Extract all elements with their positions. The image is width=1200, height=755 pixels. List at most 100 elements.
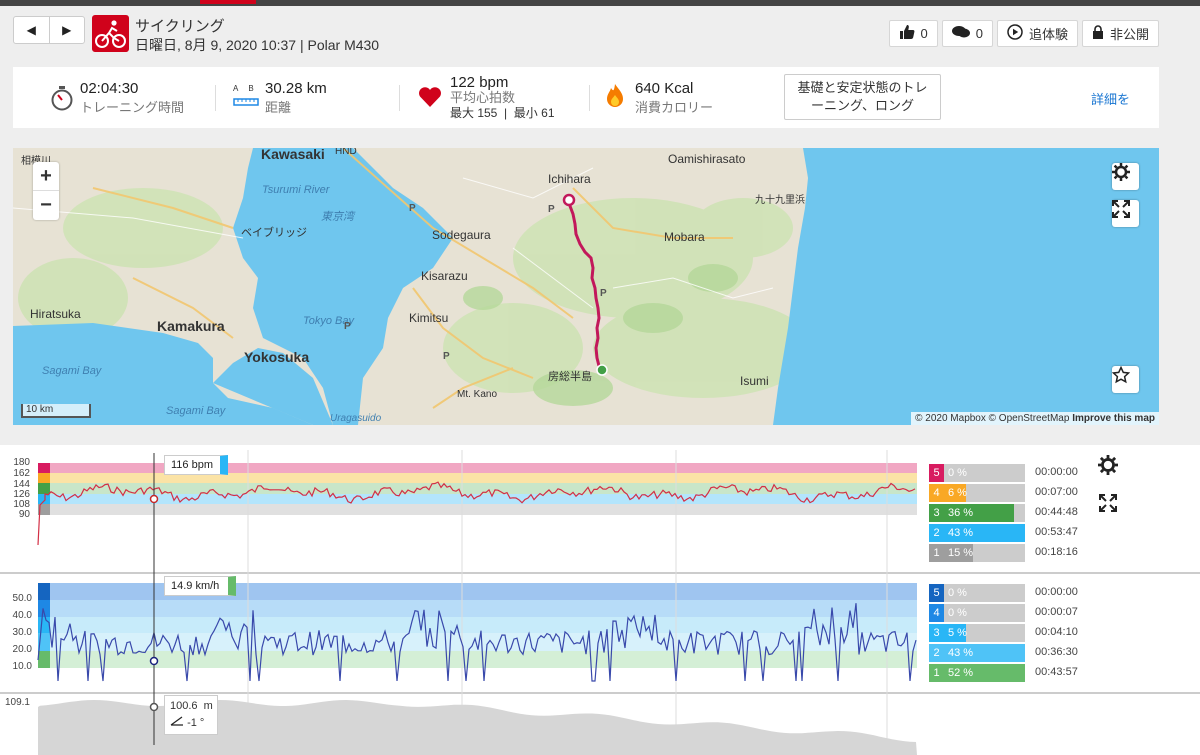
hr-zone-bar: 3 36 % bbox=[929, 504, 1025, 522]
hr-y-tick: 162 bbox=[13, 468, 30, 479]
map-label: 東京湾 bbox=[321, 211, 354, 223]
hr-zone-number: 1 bbox=[929, 544, 944, 562]
hr-zone-number: 5 bbox=[929, 464, 944, 482]
replay-button[interactable]: 追体験 bbox=[996, 20, 1078, 47]
heart-icon bbox=[418, 86, 442, 113]
like-count: 0 bbox=[920, 26, 928, 41]
route-map[interactable]: Kawasaki HND 相模川 Ichihara Oamishirasato … bbox=[13, 148, 1159, 425]
speed-zone-number: 1 bbox=[929, 664, 944, 682]
parking-label: P bbox=[600, 288, 607, 299]
divider bbox=[589, 85, 590, 111]
speed-zone-bar: 4 0 % bbox=[929, 604, 1025, 622]
activity-subtitle: 日曜日, 8月 9, 2020 10:37 | Polar M430 bbox=[135, 37, 380, 53]
map-label: Kawasaki bbox=[261, 148, 325, 162]
active-indicator bbox=[200, 0, 256, 4]
zoom-in-button[interactable]: + bbox=[33, 162, 59, 191]
incline-value: -1 ° bbox=[187, 717, 205, 729]
map-label: Sodegaura bbox=[432, 228, 491, 242]
hr-zone-bar: 2 43 % bbox=[929, 524, 1025, 542]
speed-zone-bar: 35 % bbox=[929, 624, 1025, 642]
comment-button[interactable]: 0 bbox=[941, 20, 993, 47]
calories-value: 640 Kcal bbox=[635, 80, 694, 97]
duration-stat: 02:04:30 トレーニング時間 bbox=[50, 80, 184, 116]
altitude-tooltip: 100.6 m -1 ° bbox=[164, 695, 218, 735]
speed-zone-number: 2 bbox=[929, 644, 944, 662]
map-label: Hiratsuka bbox=[30, 307, 81, 321]
speed-y-tick: 50.0 bbox=[12, 593, 32, 604]
favorite-button[interactable] bbox=[1112, 366, 1139, 393]
speed-zone-percent: 43 % bbox=[944, 644, 1025, 662]
speed-zone-percent: 52 % bbox=[944, 664, 1025, 682]
like-button[interactable]: 0 bbox=[888, 20, 938, 47]
distance-label: 距離 bbox=[265, 100, 292, 115]
hr-zone-time: 00:18:16 bbox=[1035, 546, 1078, 558]
attribution-text: © 2020 Mapbox © OpenStreetMap bbox=[915, 413, 1070, 424]
parking-label: P bbox=[344, 321, 351, 332]
hr-zone-bar: 1 15 % bbox=[929, 544, 1025, 562]
prev-button[interactable]: ◀ bbox=[14, 17, 50, 43]
map-fullscreen-button[interactable] bbox=[1112, 200, 1139, 227]
speed-zone-percent: 0 % bbox=[948, 587, 967, 599]
hr-value: 122 bpm bbox=[450, 74, 509, 91]
map-label: Kisarazu bbox=[421, 269, 468, 283]
map-label: Sagami Bay bbox=[166, 405, 226, 417]
duration-value: 02:04:30 bbox=[80, 80, 139, 97]
hr-zone-percent: 15 % bbox=[944, 544, 973, 562]
map-settings-button[interactable] bbox=[1112, 163, 1139, 190]
map-label: HND bbox=[335, 148, 357, 157]
speed-zone-time: 00:00:00 bbox=[1035, 586, 1078, 598]
incline-icon bbox=[170, 716, 184, 729]
hr-label: 平均心拍数 bbox=[450, 90, 516, 105]
chart-fullscreen-button[interactable] bbox=[1094, 491, 1122, 519]
speed-y-tick: 40.0 bbox=[12, 610, 32, 621]
map-label: Sagami Bay bbox=[42, 365, 102, 377]
comment-count: 0 bbox=[975, 26, 983, 41]
hr-zone-time: 00:00:00 bbox=[1035, 466, 1078, 478]
map-label: 九十九里浜 bbox=[755, 195, 805, 206]
divider bbox=[399, 85, 400, 111]
duration-label: トレーニング時間 bbox=[80, 100, 185, 115]
heart-rate-stat: 122 bpm 平均心拍数 最大 155 | 最小 61 bbox=[418, 74, 555, 121]
hr-minmax: 最大 155 | 最小 61 bbox=[450, 106, 555, 120]
next-button[interactable]: ▶ bbox=[50, 17, 85, 43]
details-link[interactable]: 詳細を bbox=[1091, 89, 1130, 108]
map-label: Ichihara bbox=[548, 172, 591, 186]
hr-zone-percent: 0 % bbox=[948, 467, 967, 479]
zoom-out-button[interactable]: − bbox=[33, 191, 59, 220]
speed-zone-percent: 0 % bbox=[948, 607, 967, 619]
activity-title: サイクリング bbox=[135, 18, 225, 35]
speed-zone-bar: 5 0 % bbox=[929, 584, 1025, 602]
training-benefit-button[interactable]: 基礎と安定状態のトレーニング、ロング bbox=[784, 74, 941, 120]
hr-zone-percent: 36 % bbox=[944, 504, 1014, 522]
calories-stat: 640 Kcal 消費カロリー bbox=[605, 80, 713, 116]
chart-settings-button[interactable] bbox=[1094, 453, 1122, 481]
flame-icon bbox=[605, 83, 625, 114]
thumbs-up-icon bbox=[899, 25, 915, 42]
hr-y-tick: 90 bbox=[18, 509, 30, 520]
cycling-icon bbox=[92, 15, 129, 52]
speed-zone-time: 00:04:10 bbox=[1035, 626, 1078, 638]
gear-icon bbox=[1098, 454, 1118, 480]
speed-zone-time: 00:00:07 bbox=[1035, 606, 1078, 618]
speed-y-tick: 10.0 bbox=[12, 661, 32, 672]
map-label: Isumi bbox=[740, 374, 769, 388]
calories-label: 消費カロリー bbox=[635, 100, 714, 115]
speed-zone-number: 5 bbox=[929, 584, 944, 602]
distance-stat: A B 30.28 km 距離 bbox=[233, 80, 327, 116]
speed-zone-time: 00:43:57 bbox=[1035, 666, 1078, 678]
privacy-button[interactable]: 非公開 bbox=[1081, 20, 1159, 47]
hr-zone-bar: 46 % bbox=[929, 484, 1025, 502]
speed-zone-bar: 2 43 % bbox=[929, 644, 1025, 662]
map-attribution: © 2020 Mapbox © OpenStreetMap Improve th… bbox=[911, 412, 1159, 425]
map-label: Yokosuka bbox=[244, 349, 310, 365]
play-circle-icon bbox=[1007, 24, 1023, 43]
parking-label: P bbox=[548, 204, 555, 215]
improve-map-link[interactable]: Improve this map bbox=[1072, 413, 1155, 424]
speed-tooltip: 14.9 km/h bbox=[164, 576, 236, 596]
speed-y-tick: 20.0 bbox=[12, 644, 32, 655]
map-scale: 10 km bbox=[21, 404, 91, 418]
map-label: Uragasuido bbox=[330, 413, 382, 424]
top-bar bbox=[0, 0, 1200, 6]
altitude-value: 100.6 m bbox=[170, 700, 213, 712]
map-label: Kimitsu bbox=[409, 311, 449, 325]
